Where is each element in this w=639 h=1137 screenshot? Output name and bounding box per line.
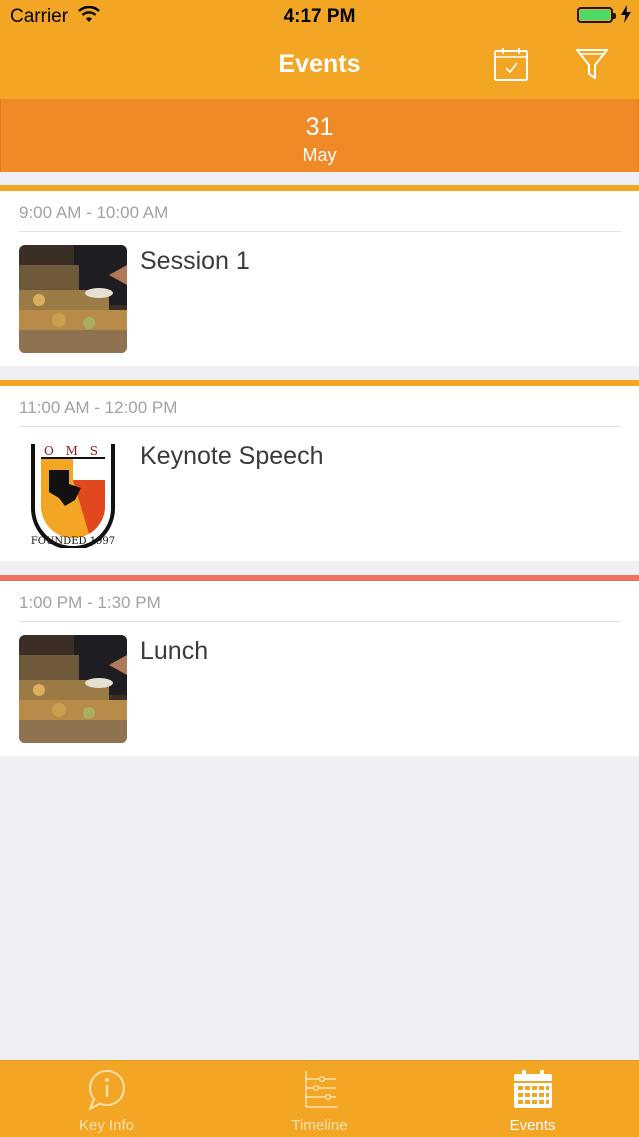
tab-label: Events bbox=[509, 1117, 556, 1134]
date-header[interactable]: 31 May bbox=[0, 99, 639, 172]
oms-logo: O M S FOUNDED 1997 bbox=[19, 440, 127, 548]
tab-key-info[interactable]: Key Info bbox=[0, 1061, 213, 1137]
tab-bar: Key Info Timeline Events bbox=[0, 1060, 639, 1137]
event-thumbnail bbox=[19, 635, 127, 743]
event-card[interactable]: 11:00 AM - 12:00 PM O M S FOUNDED 1997 K… bbox=[0, 380, 639, 561]
event-color-stripe bbox=[0, 185, 639, 191]
timeline-icon bbox=[304, 1071, 338, 1108]
event-card[interactable]: 1:00 PM - 1:30 PM Lunch bbox=[0, 575, 639, 756]
logo-letters: O M S bbox=[44, 444, 102, 458]
divider bbox=[19, 621, 621, 622]
date-day: 31 bbox=[305, 113, 334, 141]
divider bbox=[19, 426, 621, 427]
buffet-photo bbox=[19, 245, 127, 353]
event-time: 1:00 PM - 1:30 PM bbox=[19, 593, 161, 612]
buffet-photo bbox=[19, 635, 127, 743]
event-time: 11:00 AM - 12:00 PM bbox=[19, 398, 178, 417]
charging-icon bbox=[621, 5, 631, 23]
calendar-check-icon[interactable] bbox=[493, 46, 529, 82]
event-time: 9:00 AM - 10:00 AM bbox=[19, 203, 169, 222]
divider bbox=[19, 231, 621, 232]
tab-events[interactable]: Events bbox=[426, 1061, 639, 1137]
tab-timeline[interactable]: Timeline bbox=[213, 1061, 426, 1137]
status-bar: Carrier 4:17 PM bbox=[0, 0, 639, 34]
event-card[interactable]: 9:00 AM - 10:00 AM Session 1 bbox=[0, 185, 639, 366]
event-title: Lunch bbox=[140, 637, 209, 665]
event-thumbnail bbox=[19, 245, 127, 353]
date-month: May bbox=[302, 145, 337, 165]
filter-icon[interactable] bbox=[574, 46, 610, 82]
status-time: 4:17 PM bbox=[283, 6, 356, 27]
event-title: Session 1 bbox=[140, 247, 250, 275]
battery-icon bbox=[577, 7, 616, 23]
info-bubble-icon bbox=[88, 1070, 125, 1110]
tab-label: Key Info bbox=[78, 1117, 135, 1134]
event-color-stripe bbox=[0, 575, 639, 581]
event-title: Keynote Speech bbox=[140, 442, 324, 470]
tab-label: Timeline bbox=[291, 1117, 348, 1134]
header: Carrier 4:17 PM Events bbox=[0, 0, 639, 99]
event-color-stripe bbox=[0, 380, 639, 386]
event-thumbnail: O M S FOUNDED 1997 bbox=[19, 440, 127, 548]
logo-founded: FOUNDED 1997 bbox=[31, 536, 115, 547]
page-title: Events bbox=[278, 50, 361, 78]
calendar-grid-icon bbox=[513, 1070, 552, 1108]
